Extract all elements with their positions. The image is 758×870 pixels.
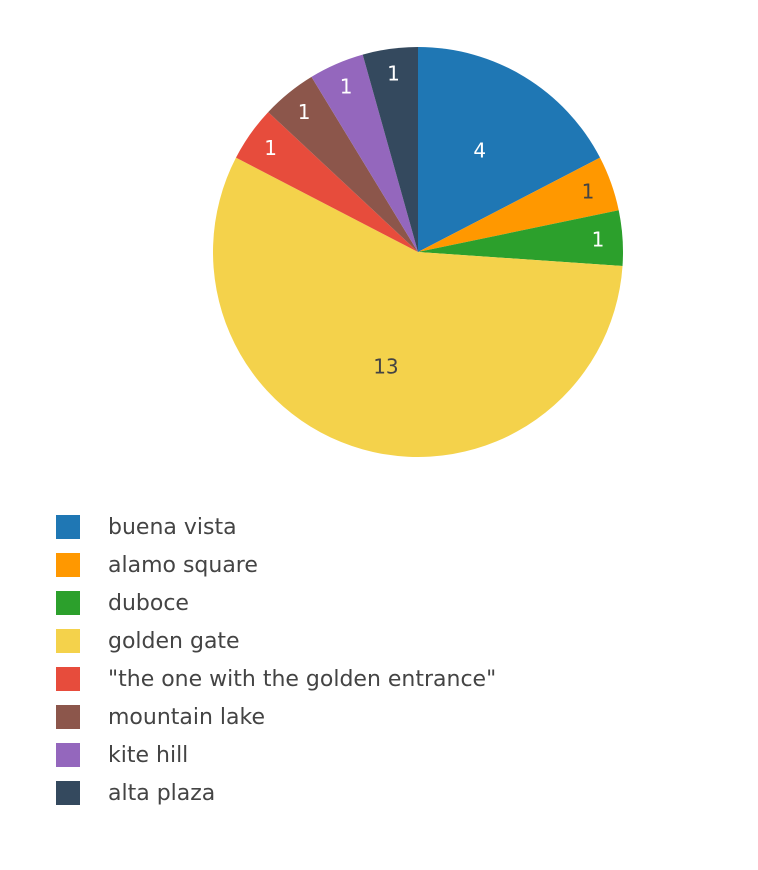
legend-swatch: [56, 667, 80, 691]
pie-chart: 411131111: [213, 47, 623, 458]
legend-item[interactable]: alta plaza: [56, 774, 496, 812]
legend-swatch: [56, 515, 80, 539]
legend-item[interactable]: kite hill: [56, 736, 496, 774]
legend-label: buena vista: [108, 514, 237, 540]
slice-value-label: 13: [373, 354, 398, 378]
legend-label: golden gate: [108, 628, 240, 654]
legend-item[interactable]: "the one with the golden entrance": [56, 660, 496, 698]
legend-item[interactable]: buena vista: [56, 508, 496, 546]
legend-swatch: [56, 743, 80, 767]
legend-item[interactable]: alamo square: [56, 546, 496, 584]
legend-swatch: [56, 629, 80, 653]
legend-swatch: [56, 553, 80, 577]
legend-label: "the one with the golden entrance": [108, 666, 497, 692]
legend-label: kite hill: [108, 742, 189, 768]
slice-value-label: 1: [340, 75, 353, 99]
legend: buena vista alamo square duboce golden gate…: [56, 508, 496, 812]
legend-item[interactable]: duboce: [56, 584, 496, 622]
slice-value-label: 4: [473, 138, 486, 162]
slice-value-label: 1: [582, 180, 595, 204]
legend-label: mountain lake: [108, 704, 266, 730]
legend-swatch: [56, 591, 80, 615]
legend-item[interactable]: mountain lake: [56, 698, 496, 736]
legend-label: alta plaza: [108, 780, 216, 806]
legend-swatch: [56, 705, 80, 729]
legend-label: alamo square: [108, 552, 258, 578]
slice-value-label: 1: [592, 228, 605, 252]
legend-label: duboce: [108, 590, 189, 616]
legend-item[interactable]: golden gate: [56, 622, 496, 660]
legend-swatch: [56, 781, 80, 805]
slice-value-label: 1: [387, 61, 400, 85]
slice-value-label: 1: [298, 100, 311, 124]
slice-value-label: 1: [264, 136, 277, 160]
